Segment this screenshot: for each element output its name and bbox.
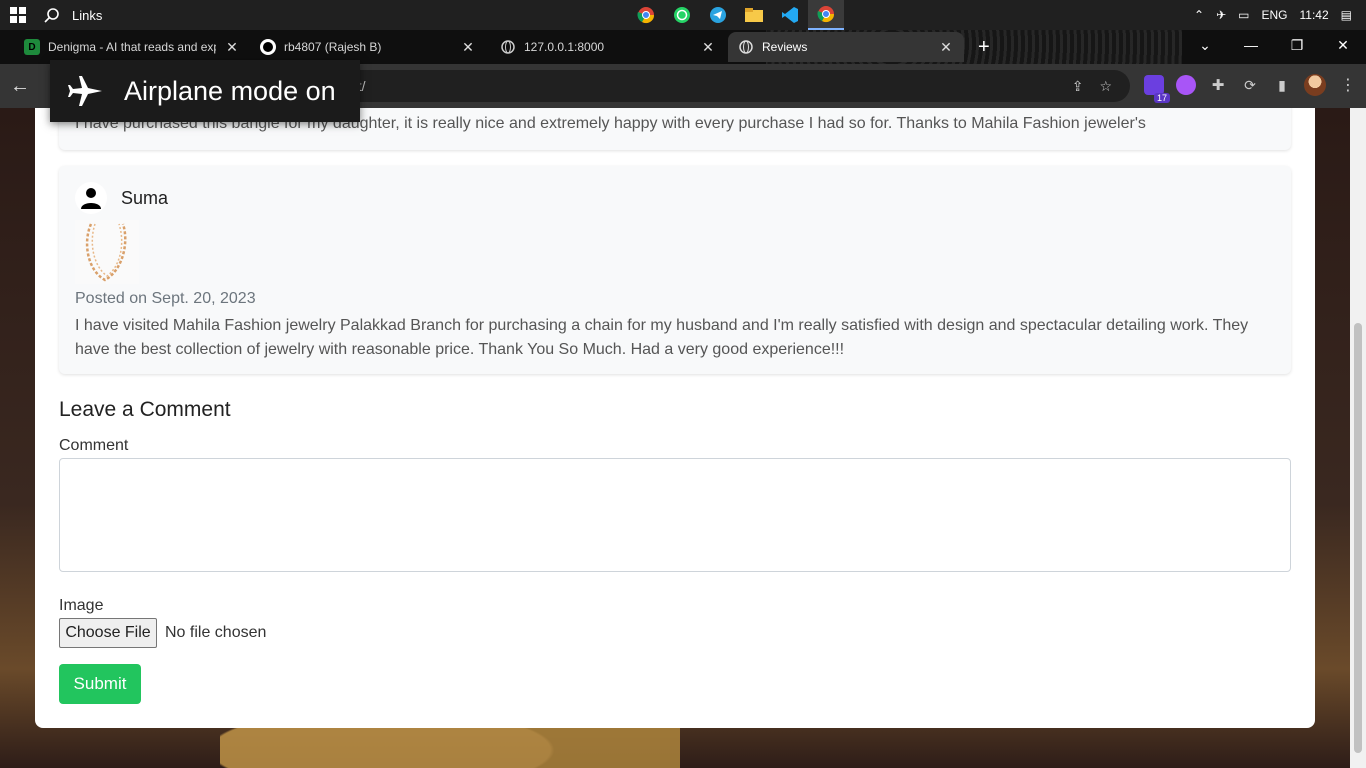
close-tab-icon[interactable]: ✕ bbox=[224, 39, 240, 56]
restore-button[interactable]: ❐ bbox=[1274, 30, 1320, 60]
tab-denigma[interactable]: D Denigma - AI that reads and exp ✕ bbox=[14, 32, 250, 62]
chrome-active-app-icon[interactable] bbox=[808, 0, 844, 30]
extension-badge: 17 bbox=[1153, 93, 1170, 103]
leave-comment-heading: Leave a Comment bbox=[59, 398, 231, 421]
file-input[interactable]: Choose File No file chosen bbox=[59, 618, 266, 648]
chevron-up-icon[interactable]: ⌃ bbox=[1194, 8, 1204, 22]
battery-icon[interactable]: ▭ bbox=[1238, 8, 1249, 22]
tab-title: rb4807 (Rajesh B) bbox=[284, 40, 382, 54]
airplane-icon bbox=[68, 76, 102, 106]
telegram-app-icon[interactable] bbox=[700, 0, 736, 30]
clock[interactable]: 11:42 bbox=[1300, 8, 1329, 22]
toast-text: Airplane mode on bbox=[124, 75, 336, 106]
bookmark-star-icon[interactable]: ☆ bbox=[1099, 78, 1112, 95]
new-tab-button[interactable]: + bbox=[978, 37, 990, 57]
taskbar-search[interactable]: Links bbox=[36, 7, 102, 23]
tab-reviews[interactable]: Reviews ✕ bbox=[728, 32, 964, 62]
comment-textarea[interactable] bbox=[59, 458, 1291, 572]
airplane-mode-toast: Airplane mode on bbox=[50, 60, 360, 122]
review-image[interactable] bbox=[75, 220, 139, 284]
close-tab-icon[interactable]: ✕ bbox=[700, 39, 716, 56]
choose-file-button[interactable]: Choose File bbox=[59, 618, 157, 648]
extension-icon[interactable] bbox=[1176, 75, 1196, 95]
back-button[interactable]: ← bbox=[0, 75, 40, 98]
globe-icon bbox=[738, 39, 754, 55]
vscode-app-icon[interactable] bbox=[772, 0, 808, 30]
reviews-card: I have purchased this bangle for my daug… bbox=[35, 108, 1315, 728]
github-icon bbox=[260, 39, 276, 55]
denigma-icon: D bbox=[24, 39, 40, 55]
avatar[interactable] bbox=[1304, 74, 1326, 96]
tab-strip: D Denigma - AI that reads and exp ✕ rb48… bbox=[0, 30, 1366, 64]
reviewer-name: Suma bbox=[121, 187, 169, 208]
review-text: I have visited Mahila Fashion jewelry Pa… bbox=[75, 317, 1249, 358]
taskbar: Links ⌃ ✈ ▭ ENG 11:42 ▤ bbox=[0, 0, 1366, 30]
globe-icon bbox=[500, 39, 516, 55]
language-indicator[interactable]: ENG bbox=[1262, 8, 1288, 22]
minimize-button[interactable]: — bbox=[1228, 30, 1274, 60]
notifications-icon[interactable]: ▤ bbox=[1341, 8, 1352, 22]
taskbar-search-label: Links bbox=[72, 7, 103, 23]
tab-title: Reviews bbox=[762, 40, 808, 54]
page-background: I have purchased this bangle for my daug… bbox=[0, 108, 1350, 768]
extension-icon[interactable]: 17 bbox=[1144, 75, 1170, 103]
close-tab-icon[interactable]: ✕ bbox=[938, 39, 954, 56]
windows-start-icon[interactable] bbox=[0, 0, 36, 30]
scrollbar-thumb[interactable] bbox=[1354, 323, 1362, 753]
tab-github[interactable]: rb4807 (Rajesh B) ✕ bbox=[250, 32, 486, 62]
tab-search-chevron-icon[interactable]: ⌄ bbox=[1182, 30, 1228, 60]
close-tab-icon[interactable]: ✕ bbox=[460, 39, 476, 56]
menu-icon[interactable]: ⋮ bbox=[1338, 75, 1358, 95]
close-window-button[interactable]: ✕ bbox=[1320, 30, 1366, 60]
posted-date: Posted on Sept. 20, 2023 bbox=[75, 290, 256, 307]
side-panel-icon[interactable]: ▮ bbox=[1272, 75, 1292, 95]
share-icon[interactable]: ⇪ bbox=[1072, 78, 1084, 95]
whatsapp-app-icon[interactable] bbox=[664, 0, 700, 30]
tab-title: 127.0.0.1:8000 bbox=[524, 40, 605, 54]
search-icon bbox=[44, 8, 59, 23]
image-label: Image bbox=[59, 597, 104, 614]
user-icon bbox=[75, 182, 107, 214]
page-scrollbar[interactable] bbox=[1350, 108, 1366, 768]
file-explorer-app-icon[interactable] bbox=[736, 0, 772, 30]
no-file-text: No file chosen bbox=[165, 624, 267, 641]
chrome-app-icon[interactable] bbox=[628, 0, 664, 30]
comment-label: Comment bbox=[59, 437, 129, 454]
submit-button[interactable]: Submit bbox=[59, 664, 141, 704]
review-item: Suma Posted on Sept. 20, 2023 I have vis… bbox=[59, 166, 1291, 374]
tab-title: Denigma - AI that reads and exp bbox=[48, 40, 216, 54]
tab-localhost[interactable]: 127.0.0.1:8000 ✕ bbox=[490, 32, 726, 62]
puzzle-icon[interactable]: ✚ bbox=[1208, 75, 1228, 95]
sync-icon[interactable]: ⟳ bbox=[1240, 75, 1260, 95]
airplane-tray-icon[interactable]: ✈ bbox=[1216, 8, 1226, 22]
